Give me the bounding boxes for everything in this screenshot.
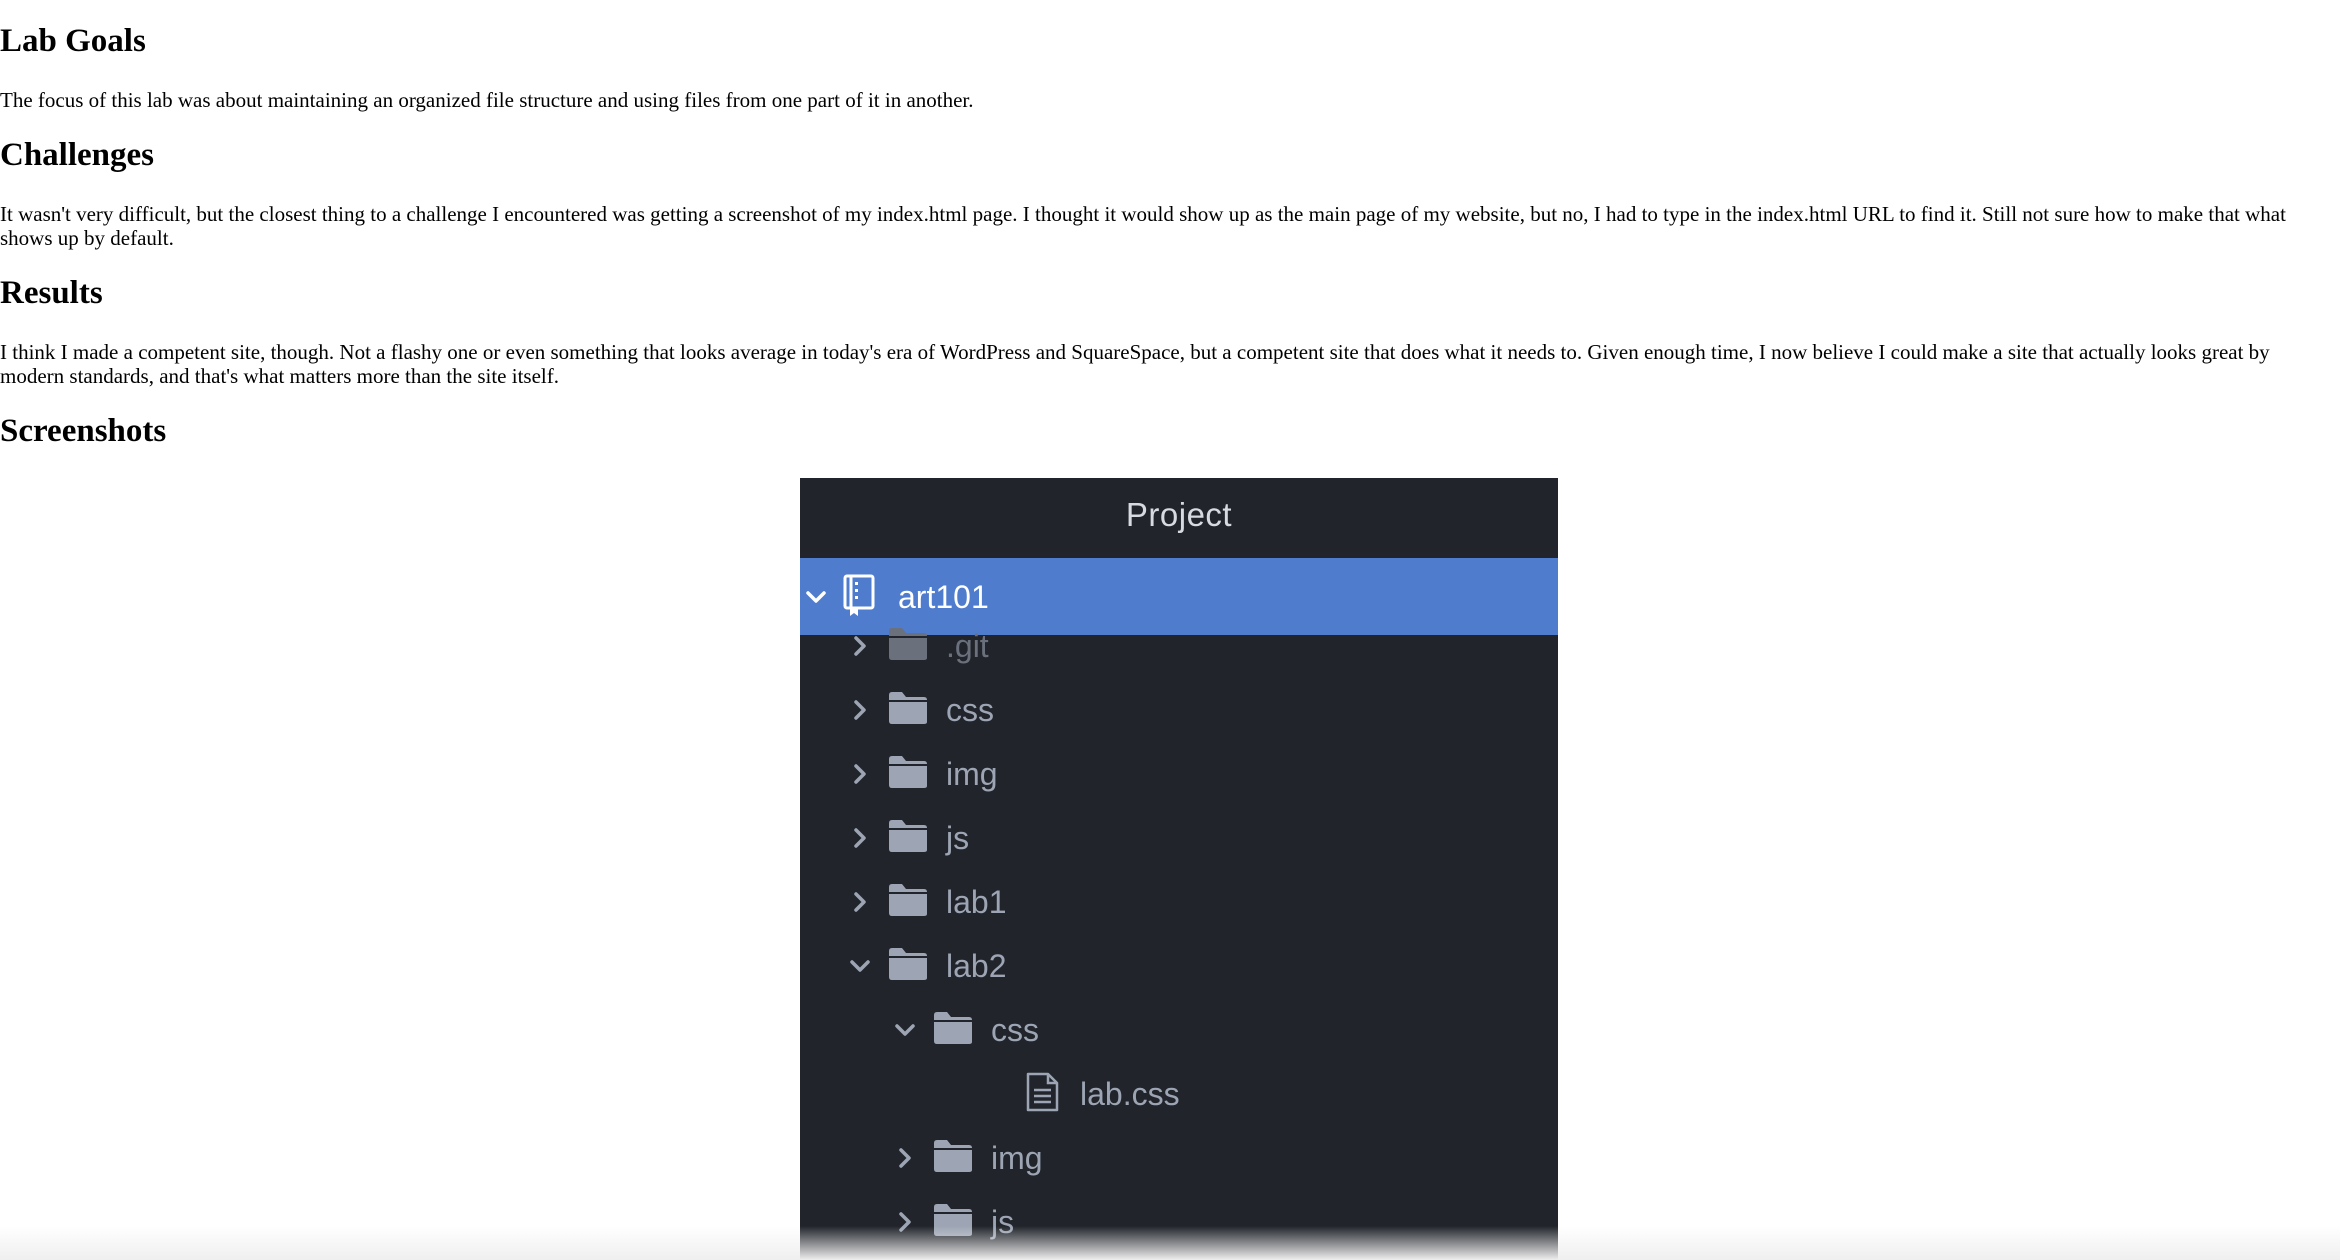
tree-item[interactable]: img bbox=[891, 1128, 1043, 1188]
lab-goals-heading: Lab Goals bbox=[0, 23, 146, 59]
chevron-right-icon[interactable] bbox=[891, 1144, 919, 1172]
tree-item-label: js bbox=[946, 819, 970, 856]
challenges-heading: Challenges bbox=[0, 137, 155, 173]
tree-item[interactable]: js bbox=[891, 1192, 1014, 1252]
folder-icon bbox=[888, 691, 928, 730]
tree-item[interactable]: css bbox=[891, 1000, 1039, 1060]
tree-item[interactable]: css bbox=[846, 680, 994, 740]
chevron-down-icon[interactable] bbox=[891, 1016, 919, 1044]
tree-item-label: lab.css bbox=[1080, 1075, 1180, 1112]
chevron-right-icon[interactable] bbox=[846, 760, 874, 788]
folder-icon bbox=[888, 627, 928, 666]
repo-icon bbox=[842, 573, 876, 622]
chevron-right-icon[interactable] bbox=[846, 824, 874, 852]
tree-item-label: css bbox=[991, 1011, 1039, 1048]
chevron-right-icon[interactable] bbox=[846, 632, 874, 660]
chevron-down-icon bbox=[802, 583, 830, 611]
tree-item-label: img bbox=[946, 755, 998, 792]
tree-item[interactable]: js bbox=[846, 808, 969, 868]
project-panel-title: Project bbox=[1125, 496, 1233, 533]
chevron-right-icon[interactable] bbox=[846, 696, 874, 724]
folder-icon bbox=[933, 1139, 973, 1178]
challenges-text: It wasn't very difficult, but the closes… bbox=[0, 202, 2286, 250]
chevron-right-icon[interactable] bbox=[891, 1208, 919, 1236]
screenshots-heading: Screenshots bbox=[0, 413, 167, 449]
folder-icon bbox=[933, 1203, 973, 1242]
tree-item-label: img bbox=[991, 1139, 1043, 1176]
project-tree-screenshot: Project art101 .git css img js lab1 lab2 css la… bbox=[800, 478, 1558, 1260]
file-icon bbox=[1024, 1072, 1060, 1117]
tree-item-label: css bbox=[946, 691, 994, 728]
folder-icon bbox=[888, 755, 928, 794]
tree-item[interactable]: img bbox=[846, 744, 998, 804]
results-heading: Results bbox=[0, 275, 103, 311]
tree-item-label: lab1 bbox=[946, 883, 1007, 920]
chevron-right-icon[interactable] bbox=[846, 888, 874, 916]
tree-item-label: art101 bbox=[898, 578, 989, 615]
folder-icon bbox=[933, 1011, 973, 1050]
tree-item[interactable]: lab.css bbox=[936, 1064, 1180, 1124]
folder-icon bbox=[888, 819, 928, 858]
folder-icon bbox=[888, 947, 928, 986]
tree-item[interactable]: .git bbox=[846, 616, 989, 676]
tree-item-label: lab2 bbox=[946, 947, 1007, 984]
tree-item-label: js bbox=[991, 1203, 1015, 1240]
chevron-down-icon[interactable] bbox=[846, 952, 874, 980]
tree-item-label: .git bbox=[946, 627, 989, 664]
tree-item[interactable]: lab2 bbox=[846, 936, 1007, 996]
results-text: I think I made a competent site, though.… bbox=[0, 340, 2270, 388]
folder-icon bbox=[888, 883, 928, 922]
tree-item[interactable]: lab1 bbox=[846, 872, 1007, 932]
lab-goals-text: The focus of this lab was about maintain… bbox=[0, 88, 974, 112]
